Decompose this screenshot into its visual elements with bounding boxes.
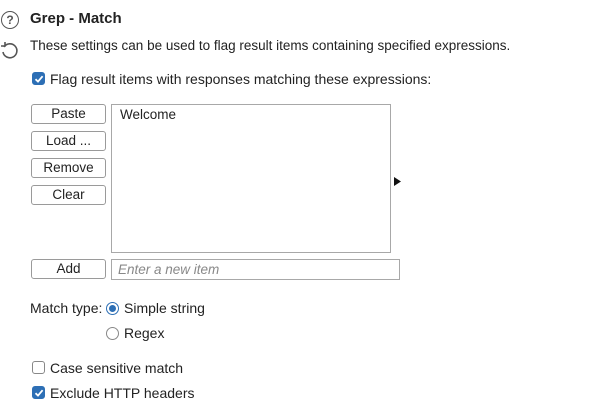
exclude-headers-checkbox[interactable] <box>32 386 45 399</box>
check-icon <box>34 389 43 397</box>
section-description: These settings can be used to flag resul… <box>30 38 511 53</box>
simple-string-radio[interactable] <box>106 302 119 315</box>
help-icon[interactable]: ? <box>1 11 19 29</box>
case-sensitive-checkbox[interactable] <box>32 361 45 374</box>
simple-string-label: Simple string <box>124 300 205 316</box>
load-button[interactable]: Load ... <box>31 131 106 151</box>
reset-icon[interactable] <box>0 41 20 64</box>
clear-button[interactable]: Clear <box>31 185 106 205</box>
remove-button[interactable]: Remove <box>31 158 106 178</box>
check-icon <box>34 75 43 83</box>
expand-arrow-icon[interactable] <box>393 174 402 190</box>
regex-label: Regex <box>124 325 165 341</box>
list-item[interactable]: Welcome <box>112 105 390 122</box>
match-type-label: Match type: <box>30 300 103 316</box>
exclude-headers-label: Exclude HTTP headers <box>50 385 195 401</box>
flag-matching-label: Flag result items with responses matchin… <box>50 71 432 87</box>
new-item-input[interactable] <box>111 259 400 280</box>
expression-list[interactable]: Welcome <box>111 104 391 253</box>
section-title: Grep - Match <box>30 10 122 27</box>
add-button[interactable]: Add <box>31 259 106 279</box>
case-sensitive-label: Case sensitive match <box>50 360 184 376</box>
flag-matching-checkbox[interactable] <box>32 72 45 85</box>
paste-button[interactable]: Paste <box>31 104 106 124</box>
regex-radio[interactable] <box>106 327 119 340</box>
